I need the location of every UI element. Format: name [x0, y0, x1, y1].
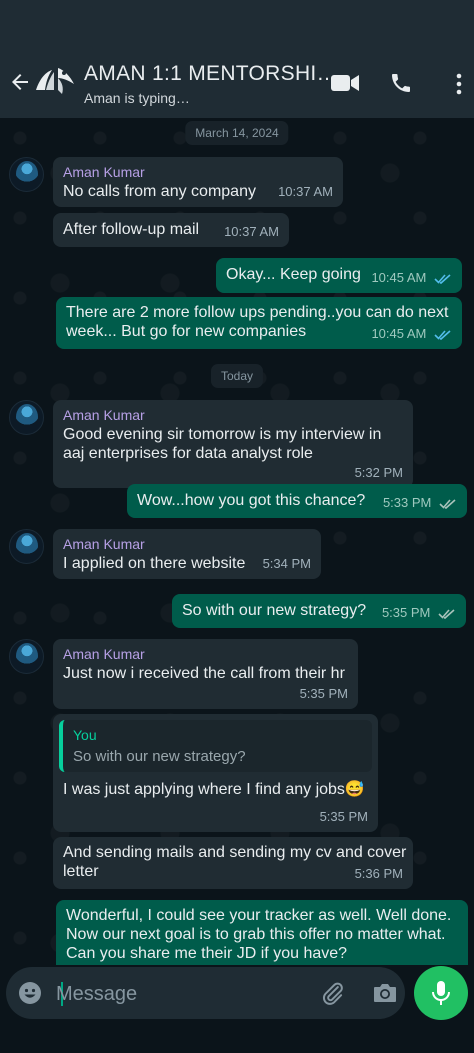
- message-time: 5:32 PM: [354, 465, 403, 480]
- message-bubble[interactable]: Wow...how you got this chance? 5:33 PM: [127, 484, 467, 518]
- message-time: 5:36 PM: [354, 866, 403, 881]
- message-time: 10:45 AM: [371, 326, 427, 341]
- message-time: 5:35 PM: [299, 686, 348, 701]
- chat-area[interactable]: March 14, 2024 Aman Kumar No calls from …: [0, 118, 474, 965]
- date-separator: March 14, 2024: [185, 121, 289, 145]
- message-bubble[interactable]: Aman Kumar Just now i received the call …: [53, 639, 358, 709]
- message-bubble[interactable]: There are 2 more follow ups pending..you…: [56, 297, 462, 349]
- sender-name[interactable]: Aman Kumar: [63, 406, 403, 425]
- message-bubble[interactable]: Wonderful, I could see your tracker as w…: [56, 900, 468, 965]
- message-meta: 10:45 AM: [371, 268, 452, 287]
- message-bubble[interactable]: Aman Kumar Good evening sir tomorrow is …: [53, 400, 413, 488]
- double-tick-icon: [434, 273, 451, 284]
- message-input[interactable]: [54, 979, 308, 1009]
- double-tick-icon: [438, 608, 455, 619]
- emoji-icon[interactable]: [18, 981, 42, 1005]
- message-bubble[interactable]: Aman Kumar No calls from any company 10:…: [53, 157, 343, 207]
- sender-name[interactable]: Aman Kumar: [63, 163, 333, 182]
- double-tick-icon: [434, 329, 451, 340]
- attach-icon[interactable]: [320, 980, 346, 1006]
- sender-avatar[interactable]: [9, 157, 44, 192]
- message-text: I was just applying where I find any job…: [63, 781, 365, 798]
- message-bubble[interactable]: And sending mails and sending my cv and …: [53, 837, 413, 889]
- sender-name[interactable]: Aman Kumar: [63, 535, 311, 554]
- chat-title[interactable]: AMAN 1:1 MENTORSHI…: [84, 62, 338, 86]
- message-text: Wonderful, I could see your tracker as w…: [66, 907, 452, 962]
- message-bubble[interactable]: Okay... Keep going 10:45 AM: [216, 258, 462, 293]
- message-text: Just now i received the call from their …: [63, 665, 345, 682]
- date-separator: Today: [210, 364, 264, 388]
- phone-icon[interactable]: [389, 70, 413, 96]
- message-time: 10:45 AM: [371, 270, 427, 285]
- sender-avatar[interactable]: [9, 639, 44, 674]
- sender-avatar[interactable]: [9, 529, 44, 564]
- message-time: 10:37 AM: [224, 224, 279, 239]
- typing-status: Aman is typing…: [84, 90, 190, 106]
- message-time: 5:33 PM: [382, 495, 432, 510]
- double-tick-icon: [439, 498, 456, 509]
- voice-record-button[interactable]: [414, 966, 468, 1020]
- quoted-text: So with our new strategy?: [73, 748, 246, 765]
- message-meta: 5:35 PM: [382, 603, 456, 622]
- quoted-message[interactable]: You So with our new strategy?: [59, 720, 372, 772]
- message-bubble[interactable]: You So with our new strategy? I was just…: [53, 714, 378, 832]
- message-meta: 5:33 PM: [383, 493, 457, 512]
- message-bubble[interactable]: So with our new strategy? 5:35 PM: [172, 594, 466, 628]
- sender-avatar[interactable]: [9, 400, 44, 435]
- message-time: 5:35 PM: [319, 809, 368, 824]
- mic-icon: [432, 981, 450, 1005]
- message-time: 10:37 AM: [278, 184, 333, 199]
- chat-header: AMAN 1:1 MENTORSHI… Aman is typing…: [0, 0, 474, 118]
- group-avatar[interactable]: [32, 60, 78, 106]
- message-composer[interactable]: [6, 967, 405, 1019]
- message-time: 5:34 PM: [262, 556, 311, 571]
- message-time: 5:35 PM: [381, 605, 431, 620]
- quoted-sender: You: [73, 727, 97, 743]
- video-call-icon[interactable]: [330, 70, 360, 96]
- message-meta: 10:45 AM: [371, 324, 452, 343]
- message-bubble[interactable]: After follow-up mail 10:37 AM: [53, 213, 289, 247]
- system-nav-bar: [0, 1020, 474, 1053]
- sender-name[interactable]: Aman Kumar: [63, 645, 348, 664]
- camera-icon[interactable]: [372, 981, 398, 1005]
- more-menu-icon[interactable]: [454, 72, 464, 96]
- message-bubble[interactable]: Aman Kumar I applied on there website 5:…: [53, 529, 321, 579]
- message-text: Good evening sir tomorrow is my intervie…: [63, 426, 382, 462]
- back-arrow-icon[interactable]: [8, 70, 32, 94]
